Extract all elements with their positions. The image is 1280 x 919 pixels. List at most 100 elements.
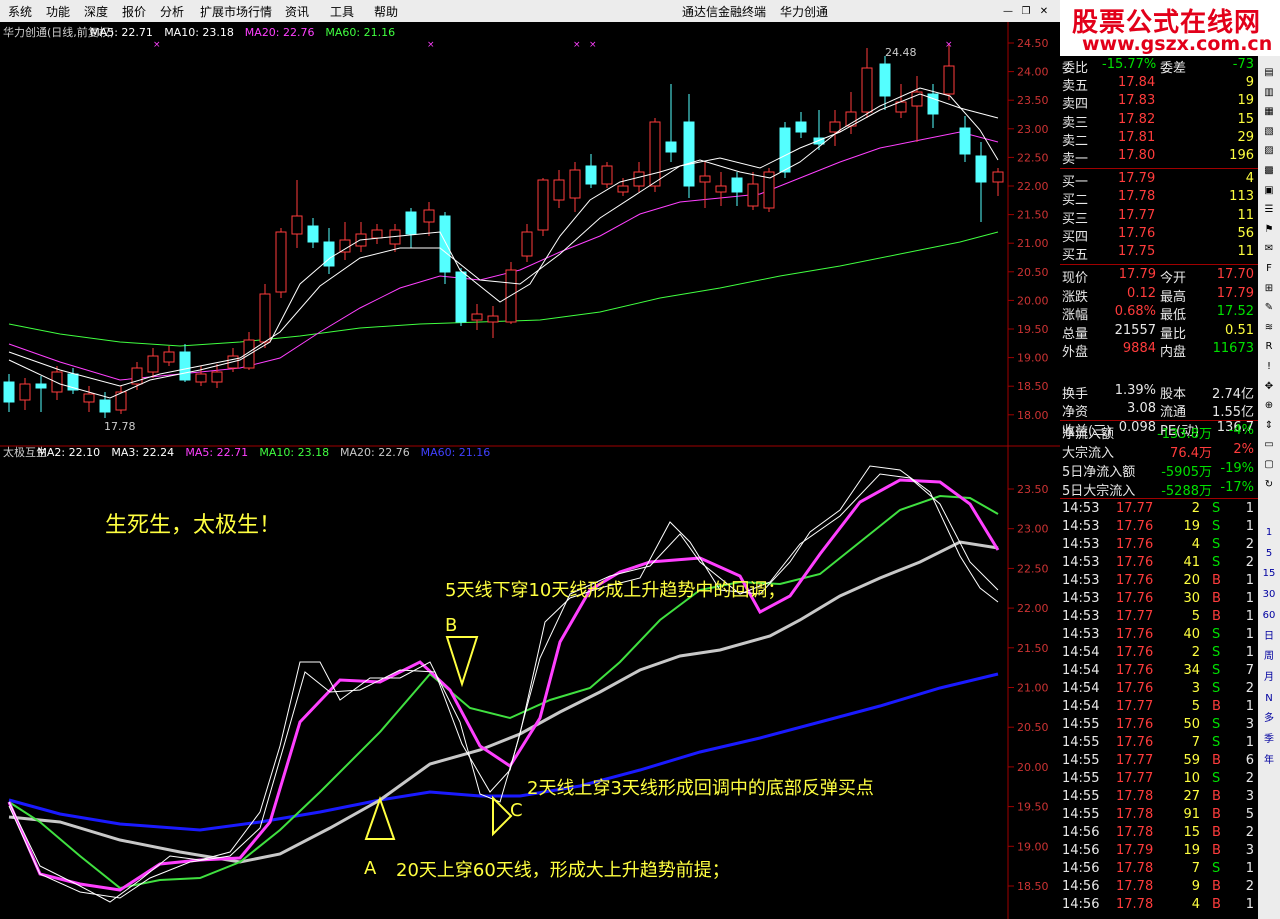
period-button[interactable]: N xyxy=(1260,690,1278,708)
tick-volume: 41 xyxy=(1183,555,1200,570)
candle-body xyxy=(633,171,645,187)
minute-icon[interactable]: ▧ xyxy=(1260,123,1278,141)
candle-body xyxy=(35,383,47,389)
tick-price: 17.78 xyxy=(1116,789,1154,804)
price-tick-label: 19.00 xyxy=(1017,352,1049,365)
menu-extended-market[interactable]: 扩展市场行情 xyxy=(200,3,272,20)
tick-volume: 20 xyxy=(1183,573,1200,588)
period-button[interactable]: 月 xyxy=(1260,669,1278,687)
stat-value-2: 0.51 xyxy=(1225,322,1254,338)
tick-volume: 91 xyxy=(1183,807,1200,822)
tick-direction: S xyxy=(1212,663,1221,678)
period-button[interactable]: 60 xyxy=(1260,607,1278,625)
period-button[interactable]: 15 xyxy=(1260,565,1278,583)
tick-direction: S xyxy=(1212,735,1221,750)
tick-price: 17.76 xyxy=(1116,627,1154,642)
right-toolbar: ▤ ▥ ▦ ▧ ▨ ▩ ▣ ☰ ⚑ ✉ F ⊞ ✎ ≋ R! ✥ ⊕ ⇕ ▭ ▢ ↻ 1 5 15 30 60 日周月 N 多季年 xyxy=(1258,56,1280,919)
price-tick-label: 18.00 xyxy=(1017,409,1049,422)
scale-icon[interactable]: ⇕ xyxy=(1260,417,1278,435)
period-button[interactable]: 周 xyxy=(1260,648,1278,666)
ask-volume: 19 xyxy=(1237,93,1254,109)
menu-help[interactable]: 帮助 xyxy=(374,3,398,20)
candle-body xyxy=(83,393,95,403)
indicator-legend: 太极互生MA2: 22.10 MA3: 22.24 MA5: 22.71 MA10: … xyxy=(3,445,490,459)
indicator-icon[interactable]: ! xyxy=(1260,358,1278,376)
trend-icon[interactable]: ≋ xyxy=(1260,319,1278,337)
signal-marker: × xyxy=(945,40,953,50)
zoom-icon[interactable]: ⊕ xyxy=(1260,397,1278,415)
menu-tools[interactable]: 工具 xyxy=(330,3,354,20)
finance-icon[interactable]: ▣ xyxy=(1260,182,1278,200)
layout-icon[interactable]: ▭ xyxy=(1260,436,1278,454)
tick-volume: 19 xyxy=(1183,843,1200,858)
tick-price: 17.79 xyxy=(1116,843,1154,858)
period-button[interactable]: 多 xyxy=(1260,710,1278,728)
bid-price: 17.75 xyxy=(1118,244,1156,260)
bid-volume: 11 xyxy=(1237,207,1254,223)
period-button[interactable]: 5 xyxy=(1260,545,1278,563)
draw-icon[interactable]: ✎ xyxy=(1260,299,1278,317)
compare-icon[interactable]: ☰ xyxy=(1260,201,1278,219)
value-tick-label: 20.00 xyxy=(1017,761,1049,774)
signal-marker: × xyxy=(427,40,435,50)
candle-body xyxy=(51,371,63,393)
tick-row: 14:54 17.76 34 S 7 xyxy=(1060,662,1258,680)
menu-bar: 系统 功能 深度 报价 分析 扩展市场行情 资讯 工具 帮助 通达信金融终端 华… xyxy=(0,0,1060,23)
tick-row: 14:55 17.78 91 B 5 xyxy=(1060,806,1258,824)
list-icon[interactable]: ▥ xyxy=(1260,84,1278,102)
move-icon[interactable]: ✥ xyxy=(1260,378,1278,396)
tick-row: 14:53 17.76 40 S 1 xyxy=(1060,626,1258,644)
ask-volume: 29 xyxy=(1237,129,1254,145)
period-button[interactable]: 30 xyxy=(1260,586,1278,604)
report-icon[interactable]: ▩ xyxy=(1260,162,1278,180)
kline-icon[interactable]: ▦ xyxy=(1260,103,1278,121)
candle-body xyxy=(179,351,191,381)
stat-value-2: 17.79 xyxy=(1216,285,1254,301)
chart-area[interactable]: 华力创通(日线,前复权)MA5: 22.71 MA10: 23.18 MA20: 2… xyxy=(0,22,1060,919)
refresh-icon[interactable]: ↻ xyxy=(1260,476,1278,494)
volume-icon[interactable]: ▨ xyxy=(1260,142,1278,160)
fund-flow-row: 大宗流入 76.4万 2% xyxy=(1060,441,1258,461)
window-title: 通达信金融终端 xyxy=(682,5,767,19)
ask-row: 卖一 17.80 196 xyxy=(1060,147,1258,167)
stat-value-2: 2.74亿 xyxy=(1212,386,1254,402)
tick-row: 14:56 17.78 7 S 1 xyxy=(1060,860,1258,878)
bid-label: 买一 xyxy=(1062,175,1089,190)
brand-url: www.gszx.com.cn xyxy=(1082,33,1273,55)
max-price-label: 24.48 xyxy=(885,46,917,59)
price-tick-label: 24.00 xyxy=(1017,66,1049,79)
menu-analysis[interactable]: 分析 xyxy=(160,3,184,20)
chart-icon[interactable]: ▤ xyxy=(1260,64,1278,82)
ask-label: 卖三 xyxy=(1062,115,1089,131)
window-icon[interactable]: ▢ xyxy=(1260,456,1278,474)
signal-marker: × xyxy=(573,40,581,50)
orderbook-divider xyxy=(1060,168,1258,169)
menu-news[interactable]: 资讯 xyxy=(285,3,309,20)
tick-price: 17.77 xyxy=(1116,771,1154,786)
menu-quote[interactable]: 报价 xyxy=(122,3,146,20)
marker-b-label: B xyxy=(445,615,457,636)
restore-icon[interactable]: ❐ xyxy=(1018,5,1034,19)
menu-function[interactable]: 功能 xyxy=(46,3,70,20)
period-button[interactable]: 1 xyxy=(1260,524,1278,542)
news-icon[interactable]: ✉ xyxy=(1260,240,1278,258)
close-icon[interactable]: ✕ xyxy=(1036,5,1052,19)
tick-direction: B xyxy=(1212,879,1221,894)
menu-depth[interactable]: 深度 xyxy=(84,3,108,20)
value-tick-label: 22.50 xyxy=(1017,562,1049,575)
period-button[interactable]: 日 xyxy=(1260,628,1278,646)
tick-count: 1 xyxy=(1245,609,1254,624)
rsi-icon[interactable]: R xyxy=(1260,338,1278,356)
ask-volume: 196 xyxy=(1229,148,1254,164)
minimize-icon[interactable]: — xyxy=(1000,5,1016,19)
tick-direction: B xyxy=(1212,897,1221,912)
stats-icon[interactable]: ⊞ xyxy=(1260,280,1278,298)
period-button[interactable]: 年 xyxy=(1260,752,1278,770)
filter-icon[interactable]: ⚑ xyxy=(1260,221,1278,239)
period-button[interactable]: 季 xyxy=(1260,731,1278,749)
f10-icon[interactable]: F xyxy=(1260,260,1278,278)
stat-label: 净资 xyxy=(1062,405,1089,421)
ask-label: 卖四 xyxy=(1062,97,1089,113)
tick-volume: 7 xyxy=(1191,735,1200,750)
menu-system[interactable]: 系统 xyxy=(8,3,32,20)
